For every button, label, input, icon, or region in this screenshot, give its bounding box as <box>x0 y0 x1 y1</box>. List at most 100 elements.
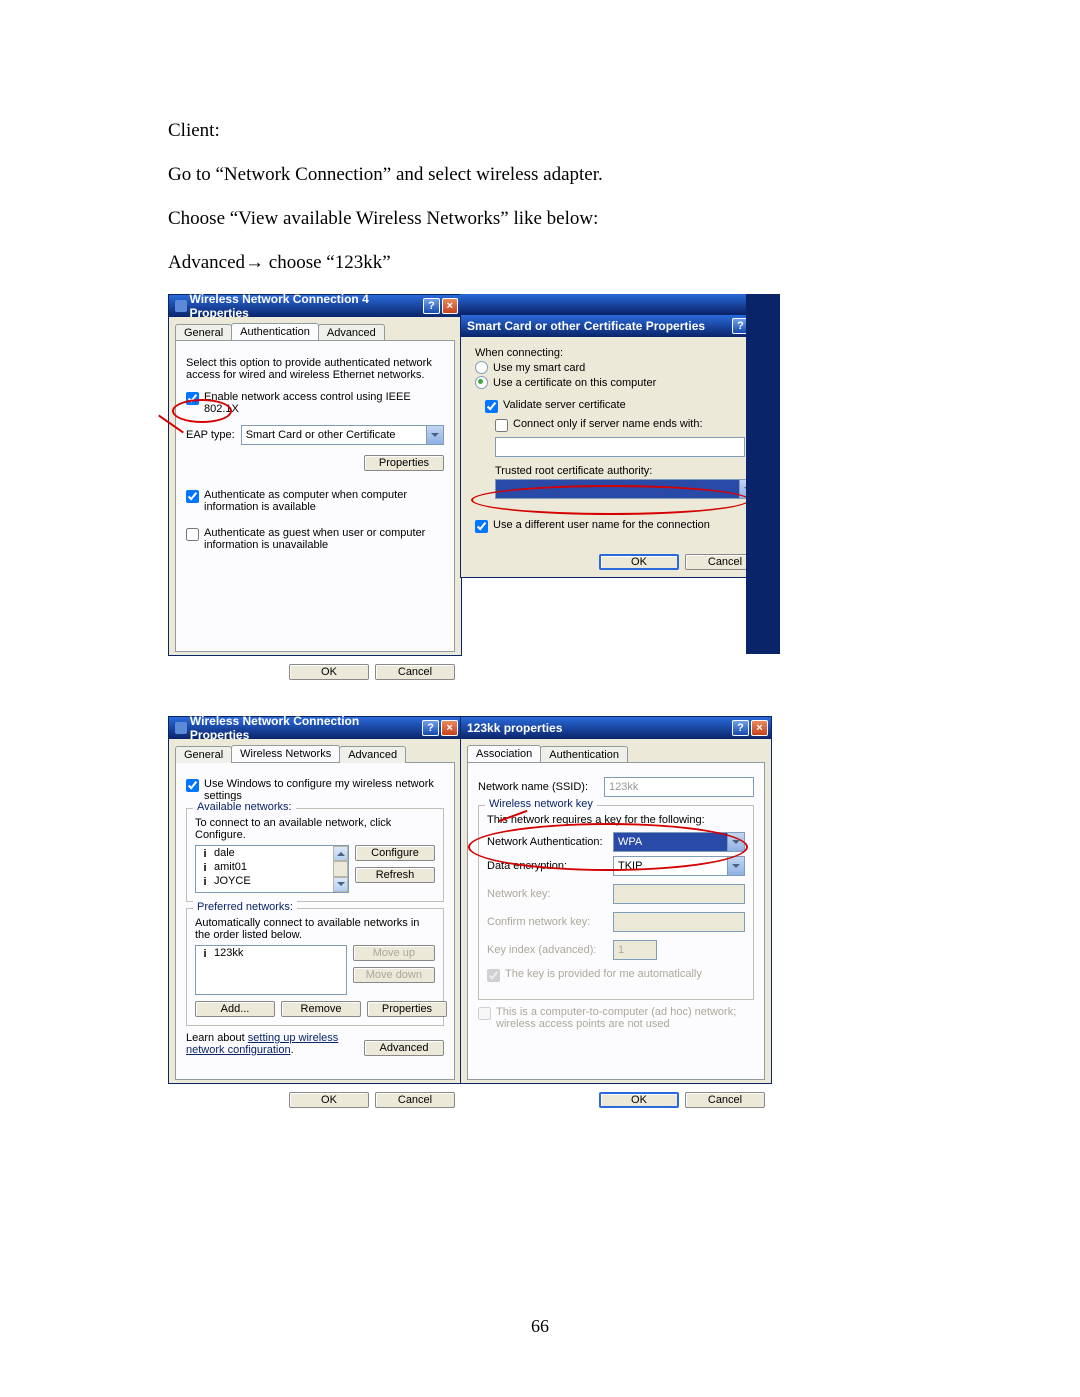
netauth-label: Network Authentication: <box>487 836 607 848</box>
list-item: iJOYCE <box>196 874 348 888</box>
eap-type-label: EAP type: <box>186 429 235 441</box>
radio-smartcard[interactable]: Use my smart card <box>475 361 757 374</box>
chevron-down-icon[interactable] <box>727 833 744 851</box>
tab-wireless-networks[interactable]: Wireless Networks <box>231 745 340 762</box>
advanced-button[interactable]: Advanced <box>364 1040 444 1056</box>
ok-button[interactable]: OK <box>599 554 679 570</box>
titlebar: 123kk properties ? × <box>461 717 771 739</box>
list-item: i123kk <box>196 946 346 960</box>
list-item: idale <box>196 846 348 860</box>
ssid-label: Network name (SSID): <box>478 781 598 793</box>
legend: Wireless network key <box>485 798 597 810</box>
checkbox-key-auto: The key is provided for me automatically <box>487 968 745 982</box>
tab-panel: Use Windows to configure my wireless net… <box>175 762 455 1080</box>
page-number: 66 <box>0 1316 1080 1337</box>
tab-advanced[interactable]: Advanced <box>318 324 385 341</box>
tab-advanced[interactable]: Advanced <box>339 746 406 763</box>
tab-authentication[interactable]: Authentication <box>540 746 628 763</box>
titlebar: Wireless Network Connection 4 Properties… <box>169 295 461 317</box>
tab-association[interactable]: Association <box>467 745 541 762</box>
list-available-networks[interactable]: idale iamit01 iJOYCE <box>195 845 349 893</box>
combo-trusted-root[interactable] <box>495 479 757 499</box>
window-wireless-connection-4-properties: Wireless Network Connection 4 Properties… <box>168 294 462 656</box>
combo-network-auth[interactable]: WPA <box>613 832 745 852</box>
body: When connecting: Use my smart card Use a… <box>461 337 771 548</box>
title: Smart Card or other Certificate Properti… <box>467 319 705 333</box>
when-connecting-label: When connecting: <box>475 347 757 359</box>
checkbox-use-windows-config[interactable]: Use Windows to configure my wireless net… <box>186 778 444 802</box>
decorative-bar <box>460 294 780 314</box>
tabstrip: Association Authentication <box>461 739 771 762</box>
chevron-down-icon[interactable] <box>426 426 443 444</box>
window-wireless-connection-properties: Wireless Network Connection Properties ?… <box>168 716 462 1084</box>
window-123kk-properties: 123kk properties ? × Association Authent… <box>460 716 772 1084</box>
checkbox-validate-cert[interactable]: Validate server certificate <box>485 399 757 413</box>
window-smartcard-cert-properties: Smart Card or other Certificate Properti… <box>460 314 772 578</box>
radio-certificate[interactable]: Use a certificate on this computer <box>475 376 757 389</box>
configure-button[interactable]: Configure <box>355 845 435 861</box>
tab-authentication[interactable]: Authentication <box>231 323 319 340</box>
app-icon <box>175 300 187 312</box>
title: Wireless Network Connection 4 Properties <box>190 292 422 320</box>
checkbox-adhoc: This is a computer-to-computer (ad hoc) … <box>478 1006 754 1030</box>
titlebar: Wireless Network Connection Properties ?… <box>169 717 461 739</box>
legend: Available networks: <box>193 801 296 813</box>
trusted-root-label: Trusted root certificate authority: <box>495 465 757 477</box>
combo-data-encryption[interactable]: TKIP <box>613 856 745 876</box>
learn-text: Learn about setting up wireless network … <box>186 1032 358 1056</box>
title: 123kk properties <box>467 721 562 735</box>
combo-eap-type[interactable]: Smart Card or other Certificate <box>241 425 444 445</box>
cancel-button[interactable]: Cancel <box>685 1092 765 1108</box>
moveup-button[interactable]: Move up <box>353 945 435 961</box>
scroll-down-icon <box>333 877 348 892</box>
checkbox-different-username[interactable]: Use a different user name for the connec… <box>475 519 757 533</box>
tab-panel: Select this option to provide authentica… <box>175 340 455 652</box>
tab-general[interactable]: General <box>175 324 232 341</box>
checkbox-connect-ends-with[interactable]: Connect only if server name ends with: <box>495 418 757 432</box>
help-button[interactable]: ? <box>423 298 439 314</box>
remove-button[interactable]: Remove <box>281 1001 361 1017</box>
checkbox-auth-as-guest[interactable]: Authenticate as guest when user or compu… <box>186 527 444 551</box>
legend: Preferred networks: <box>193 901 297 913</box>
help-button[interactable]: ? <box>732 720 749 736</box>
p1: Client: <box>168 120 912 142</box>
properties-button[interactable]: Properties <box>364 455 444 471</box>
tabstrip: General Wireless Networks Advanced <box>169 739 461 762</box>
refresh-button[interactable]: Refresh <box>355 867 435 883</box>
scrollbar[interactable] <box>333 846 348 892</box>
checkbox-auth-as-computer[interactable]: Authenticate as computer when computer i… <box>186 489 444 513</box>
checkbox-enable-8021x[interactable]: Enable network access control using IEEE… <box>186 391 444 415</box>
input-confirm-key <box>613 912 745 932</box>
properties-button[interactable]: Properties <box>367 1001 447 1017</box>
confirm-label: Confirm network key: <box>487 916 607 928</box>
p3: Choose “View available Wireless Networks… <box>168 208 912 230</box>
titlebar: Smart Card or other Certificate Properti… <box>461 315 771 337</box>
movedown-button[interactable]: Move down <box>353 967 435 983</box>
ok-button[interactable]: OK <box>289 664 369 680</box>
cancel-button[interactable]: Cancel <box>375 1092 455 1108</box>
decorative-bar <box>746 294 780 654</box>
close-button[interactable]: × <box>441 720 458 736</box>
instructions-block: Client: Go to “Network Connection” and s… <box>168 120 912 318</box>
list-preferred-networks[interactable]: i123kk <box>195 945 347 995</box>
dataenc-label: Data encryption: <box>487 860 607 872</box>
scroll-up-icon <box>333 846 348 861</box>
p4: Advanced→ choose “123kk” <box>168 252 912 274</box>
close-button[interactable]: × <box>442 298 458 314</box>
p2: Go to “Network Connection” and select wi… <box>168 164 912 186</box>
ok-button[interactable]: OK <box>289 1092 369 1108</box>
ok-button[interactable]: OK <box>599 1092 679 1108</box>
add-button[interactable]: Add... <box>195 1001 275 1017</box>
keyidx-label: Key index (advanced): <box>487 944 607 956</box>
tab-general[interactable]: General <box>175 746 232 763</box>
input-key-index: 1 <box>613 940 657 960</box>
group-wireless-key: Wireless network key This network requir… <box>478 805 754 1000</box>
close-button[interactable]: × <box>751 720 768 736</box>
help-button[interactable]: ? <box>422 720 439 736</box>
input-ssid[interactable]: 123kk <box>604 777 754 797</box>
chevron-down-icon[interactable] <box>727 857 744 875</box>
group-available-networks: Available networks: To connect to an ava… <box>186 808 444 902</box>
group-preferred-networks: Preferred networks: Automatically connec… <box>186 908 444 1026</box>
cancel-button[interactable]: Cancel <box>375 664 455 680</box>
input-server-name[interactable] <box>495 437 745 457</box>
